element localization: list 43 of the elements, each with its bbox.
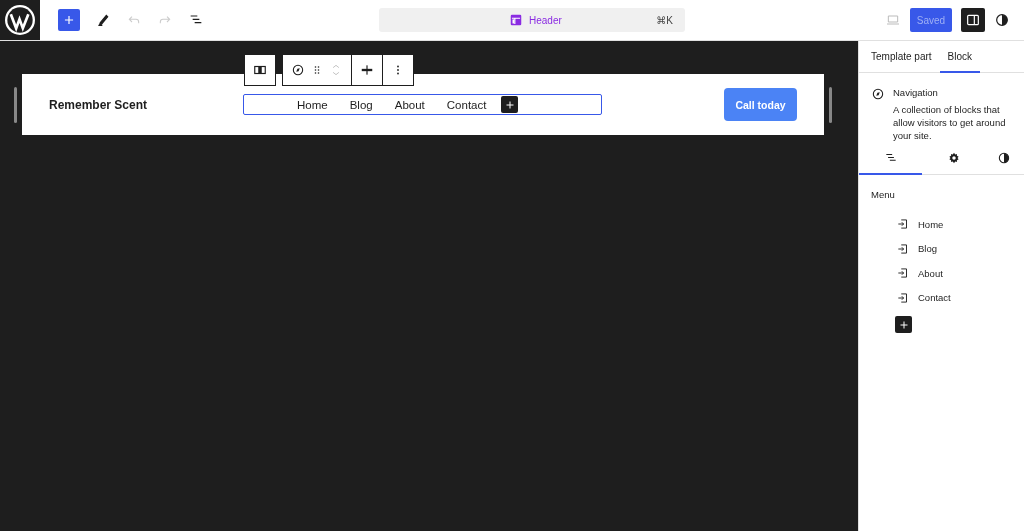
nav-link[interactable]: Blog: [349, 98, 373, 111]
shortcut-hint: ⌘K: [656, 14, 673, 26]
resize-handle[interactable]: [14, 86, 17, 123]
menu-item[interactable]: Blog: [918, 243, 937, 255]
link-icon: [896, 290, 910, 305]
options-button[interactable]: [382, 54, 414, 86]
wordpress-logo-icon[interactable]: [0, 0, 40, 40]
justify-icon: [360, 63, 374, 77]
menu-item[interactable]: Contact: [918, 292, 951, 304]
site-title: Remember Scent: [49, 97, 149, 112]
sidebar-toggle-button[interactable]: [961, 8, 985, 32]
nav-link[interactable]: Contact: [446, 98, 487, 111]
contrast-icon: [997, 151, 1011, 165]
menu-heading: Menu: [871, 189, 896, 200]
nav-link[interactable]: About: [394, 98, 425, 111]
menu-item[interactable]: About: [918, 267, 943, 279]
compass-icon: [871, 87, 885, 101]
nav-link[interactable]: Home: [297, 98, 328, 111]
menu-item[interactable]: Home: [918, 218, 944, 230]
link-icon: [896, 241, 910, 256]
template-icon: [509, 13, 523, 27]
template-title: Header: [529, 14, 562, 26]
add-menu-item-button[interactable]: [895, 316, 912, 333]
command-bar[interactable]: Header ⌘K: [379, 8, 685, 32]
add-block-button[interactable]: [58, 9, 80, 31]
call-button[interactable]: Call today: [724, 88, 797, 121]
sidebar-tab[interactable]: Block: [939, 41, 981, 73]
parent-block-button[interactable]: [244, 54, 276, 86]
contrast-icon[interactable]: [994, 12, 1010, 28]
block-description: A collection of blocks that allow visitors to get around your site.: [893, 103, 1007, 142]
justify-button[interactable]: [351, 54, 383, 86]
sidebar-icon: [965, 12, 981, 28]
plus-icon: [62, 13, 76, 27]
compass-icon[interactable]: [291, 63, 305, 77]
link-icon: [896, 266, 910, 281]
navigation-block[interactable]: Home Blog About Contact: [243, 94, 602, 115]
block-name: Navigation: [893, 87, 939, 98]
link-icon: [896, 217, 910, 232]
sidebar-tab[interactable]: Template part: [863, 41, 940, 73]
pen-icon[interactable]: [95, 12, 111, 28]
add-link-button[interactable]: [501, 96, 519, 113]
columns-icon: [253, 63, 267, 77]
resize-handle[interactable]: [829, 86, 832, 123]
